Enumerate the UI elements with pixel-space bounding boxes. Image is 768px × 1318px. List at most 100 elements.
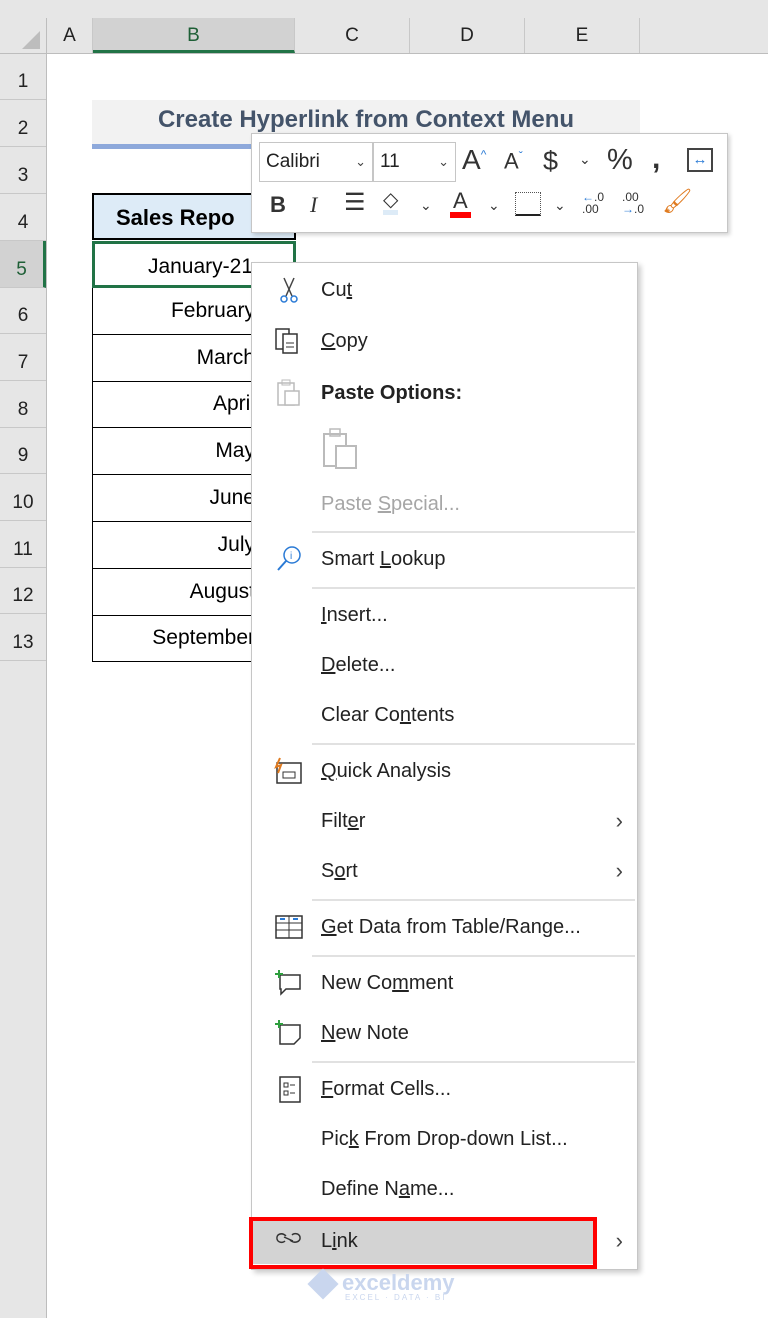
format-painter-icon[interactable]: 🖌 bbox=[662, 190, 692, 214]
menu-item-new-note[interactable]: New Note bbox=[252, 1010, 637, 1056]
menu-item-label: Copy bbox=[321, 330, 368, 352]
menu-item-label: Get Data from Table/Range... bbox=[321, 916, 581, 938]
menu-item-smart-lookup[interactable]: i Smart Lookup bbox=[252, 536, 637, 582]
column-header-a[interactable]: A bbox=[47, 18, 93, 53]
accounting-format-icon[interactable]: $ bbox=[543, 148, 558, 175]
menu-item-get-data[interactable]: Get Data from Table/Range... bbox=[252, 904, 637, 950]
menu-item-label: Filter bbox=[321, 810, 366, 832]
context-menu: Cut Copy Paste Options: Paste Special...… bbox=[251, 262, 638, 1270]
table-icon bbox=[274, 913, 304, 941]
menu-item-insert[interactable]: Insert... bbox=[252, 592, 637, 638]
menu-item-quick-analysis[interactable]: Quick Analysis bbox=[252, 748, 637, 794]
svg-text:i: i bbox=[290, 551, 292, 562]
sheet-title: Create Hyperlink from Context Menu bbox=[157, 106, 575, 133]
row-header-1[interactable]: 1 bbox=[0, 54, 46, 100]
font-size-value: 11 bbox=[380, 151, 400, 172]
fill-color-icon[interactable]: ◇ bbox=[383, 190, 399, 215]
copy-icon bbox=[274, 327, 304, 355]
row-header-11[interactable]: 11 bbox=[0, 521, 46, 568]
menu-item-label: Paste Special... bbox=[321, 493, 460, 515]
menu-item-label: Pick From Drop-down List... bbox=[321, 1128, 568, 1150]
column-header-b[interactable]: B bbox=[93, 18, 295, 53]
smart-lookup-icon: i bbox=[274, 545, 304, 573]
menu-item-sort[interactable]: Sort › bbox=[252, 848, 637, 894]
font-name-dropdown[interactable]: Calibri ⌄ bbox=[259, 142, 373, 182]
decrease-font-size-icon[interactable]: Aˇ bbox=[504, 150, 523, 172]
paste-icon bbox=[274, 379, 304, 407]
menu-separator bbox=[312, 955, 635, 957]
menu-item-label: Cut bbox=[321, 279, 353, 301]
percent-style-icon[interactable]: % bbox=[607, 146, 633, 175]
column-header-e[interactable]: E bbox=[525, 18, 640, 53]
row-header-13[interactable]: 13 bbox=[0, 614, 46, 661]
chevron-right-icon: › bbox=[615, 1228, 623, 1253]
menu-item-cut[interactable]: Cut bbox=[252, 267, 637, 313]
highlight-box bbox=[249, 1217, 597, 1269]
format-cells-icon bbox=[274, 1075, 304, 1103]
menu-item-pick-from-list[interactable]: Pick From Drop-down List... bbox=[252, 1116, 637, 1162]
increase-font-size-icon[interactable]: A^ bbox=[462, 146, 486, 174]
new-note-icon bbox=[274, 1019, 304, 1047]
comma-style-icon[interactable]: , bbox=[652, 144, 660, 174]
chevron-down-icon[interactable]: ⌄ bbox=[488, 198, 500, 212]
font-size-dropdown[interactable]: 11 ⌄ bbox=[373, 142, 456, 182]
quick-analysis-icon bbox=[274, 757, 304, 785]
chevron-down-icon: ⌄ bbox=[355, 154, 366, 169]
row-header-5[interactable]: 5 bbox=[0, 241, 46, 288]
menu-item-paste-options: Paste Options: bbox=[252, 370, 637, 416]
chevron-down-icon[interactable]: ⌄ bbox=[554, 198, 566, 212]
menu-item-paste-special[interactable]: Paste Special... bbox=[252, 481, 637, 527]
chevron-down-icon: ⌄ bbox=[438, 154, 449, 169]
row-header-3[interactable]: 3 bbox=[0, 147, 46, 194]
menu-item-label: Quick Analysis bbox=[321, 760, 452, 782]
row-header-2[interactable]: 2 bbox=[0, 100, 46, 147]
center-align-icon[interactable]: ☰ bbox=[344, 191, 366, 215]
paste-button[interactable] bbox=[322, 428, 360, 475]
menu-item-new-comment[interactable]: New Comment bbox=[252, 960, 637, 1006]
increase-decimal-icon[interactable]: ←.0.00 bbox=[582, 191, 604, 215]
borders-icon[interactable] bbox=[515, 192, 541, 216]
font-color-icon[interactable]: A bbox=[450, 190, 471, 218]
column-header-c[interactable]: C bbox=[295, 18, 410, 53]
menu-item-label: Smart Lookup bbox=[321, 548, 446, 570]
menu-separator bbox=[312, 587, 635, 589]
menu-item-format-cells[interactable]: Format Cells... bbox=[252, 1066, 637, 1112]
new-comment-icon bbox=[274, 969, 304, 997]
watermark-brand: exceldemy bbox=[342, 1270, 455, 1295]
menu-item-label: Sort bbox=[321, 860, 358, 882]
menu-item-label: New Comment bbox=[321, 972, 454, 994]
menu-item-copy[interactable]: Copy bbox=[252, 318, 637, 364]
menu-item-label: Paste Options: bbox=[321, 382, 463, 404]
menu-separator bbox=[312, 531, 635, 533]
menu-item-label: Insert... bbox=[321, 604, 388, 626]
italic-icon[interactable]: I bbox=[310, 194, 317, 216]
row-header-7[interactable]: 7 bbox=[0, 334, 46, 381]
row-header-8[interactable]: 8 bbox=[0, 381, 46, 428]
chevron-down-icon[interactable]: ⌄ bbox=[579, 152, 591, 166]
menu-item-define-name[interactable]: Define Name... bbox=[252, 1166, 637, 1212]
row-header-6[interactable]: 6 bbox=[0, 288, 46, 334]
select-all-button[interactable] bbox=[0, 18, 47, 54]
menu-separator bbox=[312, 899, 635, 901]
top-strip bbox=[0, 0, 768, 18]
chevron-right-icon: › bbox=[615, 808, 623, 833]
menu-separator bbox=[312, 743, 635, 745]
row-header-10[interactable]: 10 bbox=[0, 474, 46, 521]
column-header-d[interactable]: D bbox=[410, 18, 525, 53]
menu-item-label: Clear Contents bbox=[321, 704, 455, 726]
decrease-decimal-icon[interactable]: .00 →.0 bbox=[622, 191, 644, 215]
menu-item-filter[interactable]: Filter › bbox=[252, 798, 637, 844]
menu-item-label: New Note bbox=[321, 1022, 409, 1044]
bold-icon[interactable]: B bbox=[270, 194, 286, 216]
menu-item-label: Delete... bbox=[321, 654, 396, 676]
chevron-right-icon: › bbox=[615, 858, 623, 883]
menu-item-label: Define Name... bbox=[321, 1178, 455, 1200]
watermark-tagline: EXCEL · DATA · BI bbox=[345, 1293, 447, 1302]
merge-center-icon[interactable]: ↔ bbox=[687, 148, 713, 172]
row-header-4[interactable]: 4 bbox=[0, 194, 46, 241]
menu-item-clear-contents[interactable]: Clear Contents bbox=[252, 692, 637, 738]
menu-item-delete[interactable]: Delete... bbox=[252, 642, 637, 688]
chevron-down-icon[interactable]: ⌄ bbox=[420, 198, 432, 212]
row-header-9[interactable]: 9 bbox=[0, 428, 46, 474]
row-header-12[interactable]: 12 bbox=[0, 568, 46, 614]
